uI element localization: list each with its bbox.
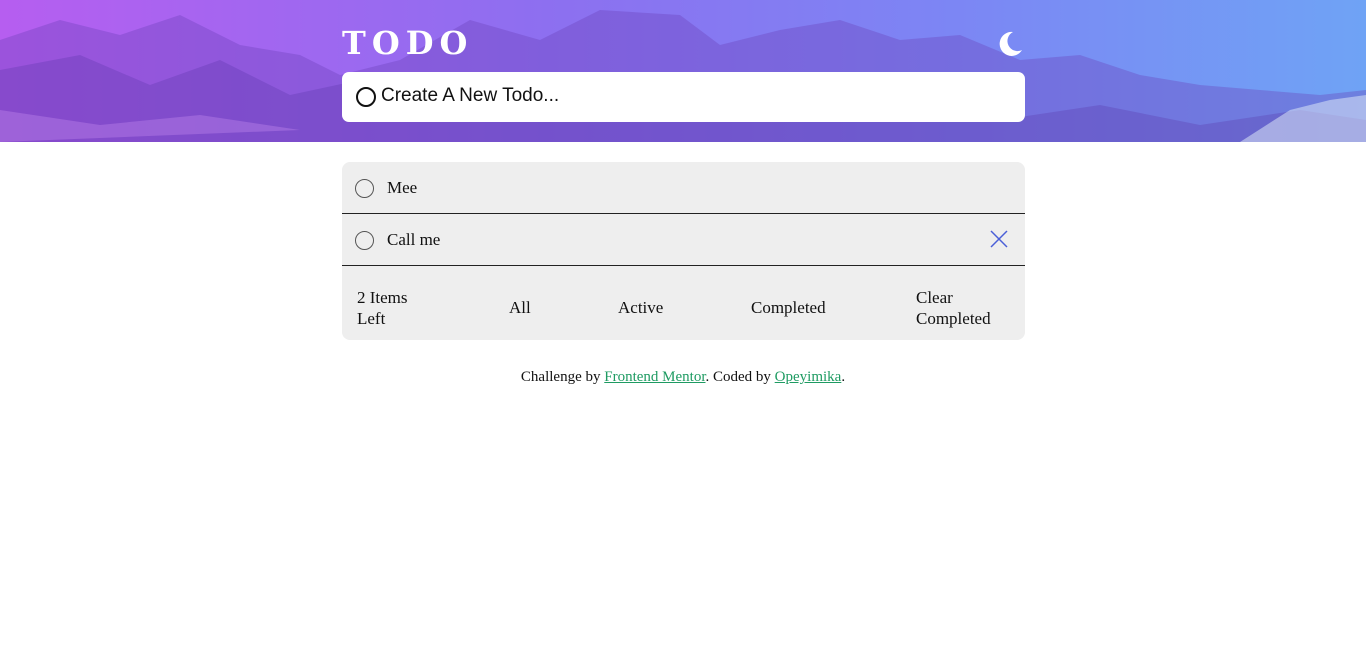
- todo-footer: 2 Items Left All Active Completed Clear …: [342, 267, 1025, 340]
- moon-icon: [999, 31, 1022, 56]
- clear-completed-button[interactable]: Clear Completed: [916, 287, 1016, 329]
- theme-toggle-button[interactable]: [994, 28, 1026, 60]
- todo-checkbox[interactable]: [355, 179, 374, 198]
- todo-text: Call me: [387, 230, 441, 249]
- app-title: TODO: [342, 24, 474, 62]
- author-link[interactable]: Opeyimika: [775, 369, 842, 385]
- todo-item[interactable]: Call me: [342, 214, 1025, 266]
- new-todo-field[interactable]: [342, 72, 1025, 122]
- filter-completed-button[interactable]: Completed: [751, 297, 826, 318]
- new-todo-circle-icon: [356, 87, 376, 107]
- items-left-count: 2 Items Left: [357, 288, 408, 328]
- close-icon[interactable]: [989, 229, 1009, 249]
- todo-list: Mee Call me 2 Items Left All Active Comp…: [342, 162, 1025, 340]
- filter-active-button[interactable]: Active: [618, 297, 663, 318]
- filter-all-button[interactable]: All: [509, 297, 531, 318]
- new-todo-input[interactable]: [381, 82, 1001, 110]
- frontend-mentor-link[interactable]: Frontend Mentor: [604, 369, 705, 385]
- attribution-middle: . Coded by: [705, 369, 775, 385]
- attribution-suffix: .: [841, 369, 846, 385]
- header-banner: TODO: [0, 0, 1366, 142]
- attribution: Challenge by Frontend Mentor. Coded by O…: [0, 369, 1366, 386]
- attribution-prefix: Challenge by: [520, 369, 605, 385]
- todo-checkbox[interactable]: [355, 231, 374, 250]
- todo-item[interactable]: Mee: [342, 162, 1025, 214]
- todo-text: Mee: [387, 178, 418, 197]
